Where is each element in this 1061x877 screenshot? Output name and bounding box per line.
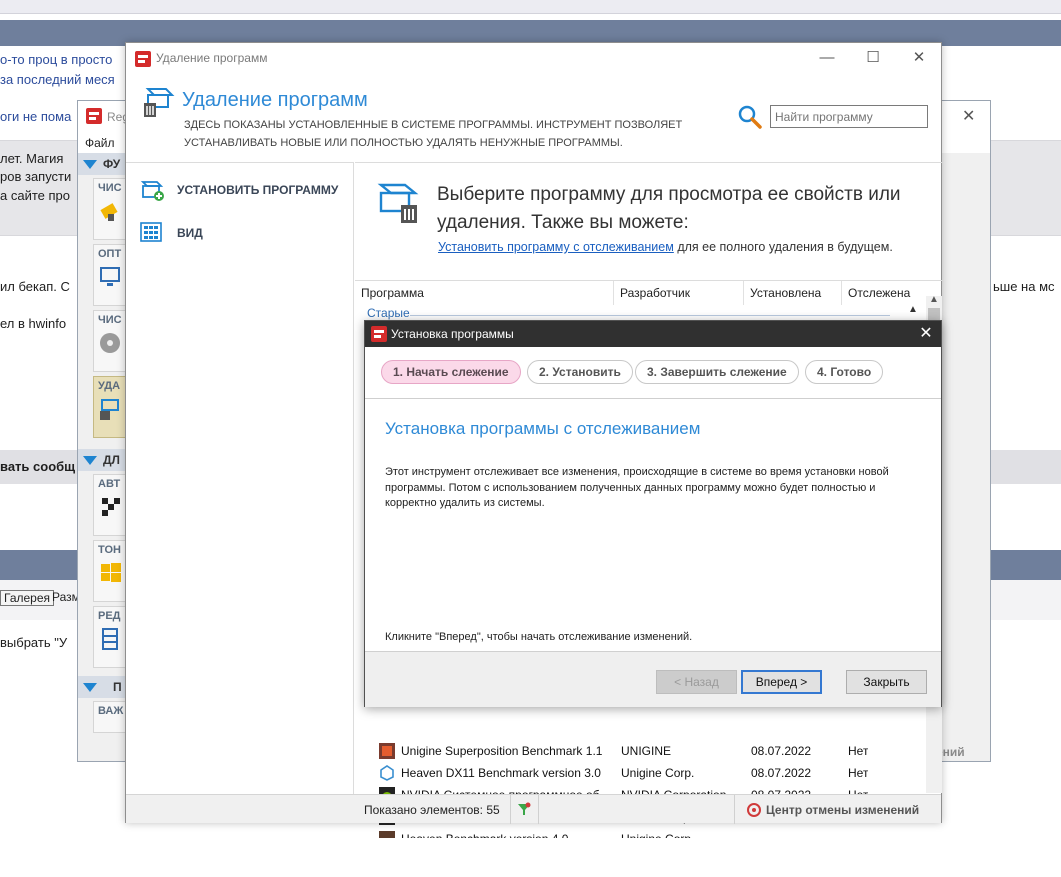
install-dialog-heading: Установка программы с отслеживанием [385,419,701,438]
heaven-icon [379,831,395,838]
column-developer[interactable]: Разработчик [614,281,744,305]
close-icon[interactable]: ✕ [896,43,942,73]
intro-subtext: Установить программу с отслеживанием для… [438,240,893,254]
uninstall-header-title: Удаление программ [182,89,368,111]
step-install: 2. Установить [527,360,633,384]
next-button[interactable]: Вперед > [741,670,822,694]
step-finish-tracking: 3. Завершить слежение [635,360,799,384]
install-program-label: УСТАНОВИТЬ ПРОГРАММУ [177,183,339,197]
uninstall-icon [100,399,119,420]
background-text: а сайте про [0,188,70,203]
background-text: оги не пома [0,109,72,124]
background-text: за последний меся [0,72,115,87]
install-box-icon [140,177,166,206]
registry-icon [102,628,118,650]
column-installed[interactable]: Установлена [744,281,842,305]
app-logo-icon [135,51,151,70]
section-header[interactable]: П [78,676,126,698]
close-icon[interactable]: ✕ [962,106,975,126]
undo-center-link[interactable]: Центр отмены изменений [766,803,919,817]
wizard-steps: 1. Начать слежение 2. Установить 3. Заве… [365,347,941,399]
grid-view-icon [140,222,162,245]
install-tracked-link[interactable]: Установить программу с отслеживанием [438,240,674,254]
search-input[interactable] [770,105,928,128]
programs-table-header: Программа Разработчик Установлена Отслеж… [355,280,942,305]
table-row[interactable]: Heaven DX11 Benchmark version 3.0 Unigin… [355,762,925,784]
column-program[interactable]: Программа [355,281,614,305]
background-text: ьше на мс [993,279,1055,294]
section-header[interactable]: ФУ [78,153,126,175]
back-button[interactable]: < Назад [656,670,737,694]
background-text: ров запусти [0,169,72,184]
uninstall-window-title: Удаление программ [156,51,268,65]
uninstall-sidebar: УСТАНОВИТЬ ПРОГРАММУ ВИД [126,162,354,794]
maximize-icon[interactable]: ☐ [850,43,896,73]
chevron-down-icon [83,160,97,170]
minimize-icon[interactable]: — [804,43,850,73]
items-count: Показано элементов: 55 [364,803,500,817]
section-header[interactable]: ДЛ [78,449,126,471]
uninstall-header-description: ЗДЕСЬ ПОКАЗАНЫ УСТАНОВЛЕННЫЕ В СИСТЕМЕ П… [184,119,683,149]
background-text: выбрать "У [0,635,68,650]
gallery-button[interactable]: Галерея [0,590,55,606]
view-label: ВИД [177,226,203,240]
install-dialog: Установка программы ✕ 1. Начать слежение… [364,320,942,707]
background-text: Разм [52,590,80,604]
brush-icon [100,203,118,221]
filter-icon[interactable] [517,802,531,819]
install-dialog-footer: < Назад Вперед > Закрыть [365,651,941,707]
close-button[interactable]: Закрыть [846,670,927,694]
table-row[interactable]: Unigine Superposition Benchmark 1.1 UNIG… [355,740,925,762]
background-topbar [0,0,1061,14]
column-tracked[interactable]: Отслежена [842,281,926,305]
monitor-icon [100,267,120,286]
uninstall-header-icon [142,85,176,122]
uninstall-box-icon [375,179,421,228]
uninstall-statusbar: Показано элементов: 55 Центр отмены изме… [126,794,941,824]
checkered-flag-icon [102,498,120,516]
undo-center-icon[interactable] [746,802,762,821]
install-dialog-title: Установка программы [391,327,514,341]
install-dialog-titlebar: Установка программы ✕ [365,321,941,347]
background-text: ил бекап. С [0,279,70,294]
search-icon[interactable] [738,105,762,132]
app-logo-icon [86,108,102,127]
chevron-up-icon[interactable]: ▲ [908,304,918,315]
intro-text: Выберите программу для просмотра ее свой… [437,184,901,233]
disk-icon [100,333,120,353]
uninstall-window-titlebar: Удаление программ — ☐ ✕ [126,43,941,75]
chevron-down-icon [83,456,97,466]
table-row[interactable]: Heaven Benchmark version 4.0 Unigine Cor… [355,828,925,838]
heaven-icon [379,765,395,784]
background-text: о-то проц в просто [0,52,113,67]
step-done: 4. Готово [805,360,884,384]
group-divider [410,315,890,316]
step-start-tracking: 1. Начать слежение [381,360,521,384]
app-logo-icon [371,326,387,345]
close-icon[interactable]: ✕ [911,321,941,347]
superposition-icon [379,743,395,762]
install-dialog-description: Этот инструмент отслеживает все изменени… [385,466,889,509]
chevron-down-icon [83,683,97,693]
install-dialog-hint: Кликните "Вперед", чтобы начать отслежив… [385,631,693,643]
windows-icon [101,563,121,582]
scroll-up-icon[interactable]: ▲ [929,294,939,305]
background-text: вать сообщ [0,459,76,474]
background-text: лет. Магия [0,151,64,166]
background-text: ел в hwinfo [0,316,67,331]
